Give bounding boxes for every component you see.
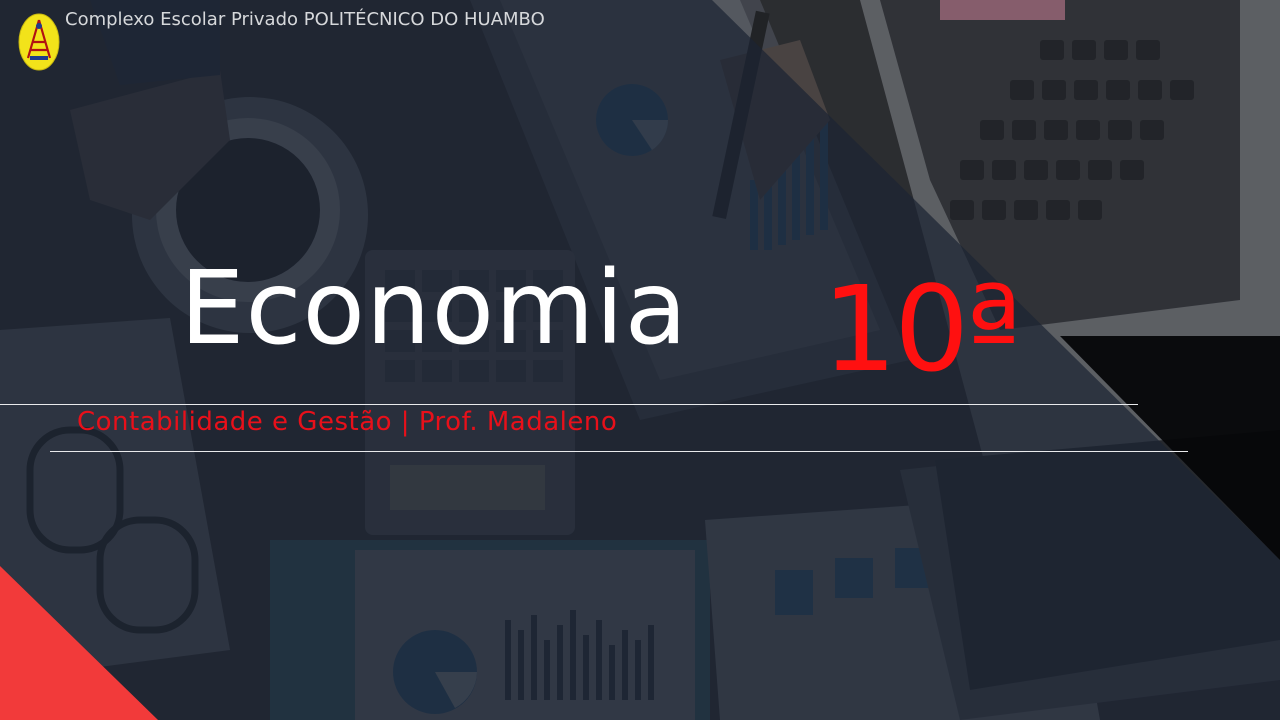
school-name: Complexo Escolar Privado POLITÉCNICO DO …: [65, 9, 545, 30]
school-logo-icon: [18, 13, 60, 71]
subject-title: Economia: [180, 249, 689, 368]
divider-bottom: [50, 451, 1188, 452]
course-subtitle: Contabilidade e Gestão | Prof. Madaleno: [77, 407, 618, 437]
divider-top: [0, 404, 1138, 405]
title-slide: Complexo Escolar Privado POLITÉCNICO DO …: [0, 0, 1280, 720]
grade-label: 10ª: [822, 260, 1022, 398]
